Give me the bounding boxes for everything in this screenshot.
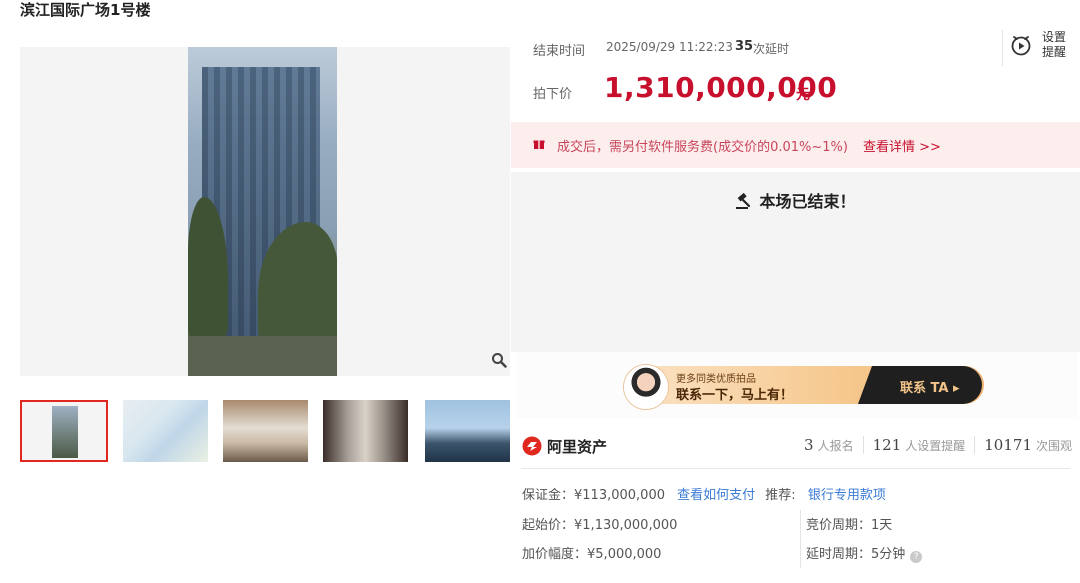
zoom-icon[interactable] (488, 350, 510, 376)
divider (1002, 30, 1003, 66)
bank-funds-link[interactable]: 银行专用款项 (808, 488, 886, 503)
fee-notice: 成交后，需另付软件服务费(成交价的0.01%~1%) 查看详情 >> (511, 122, 1080, 168)
view-details-link[interactable]: 查看详情 >> (863, 136, 941, 155)
notice-text: 成交后，需另付软件服务费(成交价的0.01%~1%) (557, 140, 848, 155)
divider (521, 468, 1070, 469)
delay-cycle-value: 5分钟 (871, 547, 906, 562)
thumbnail-4[interactable] (323, 400, 408, 462)
brand-name: 阿里资产 (547, 438, 608, 456)
set-reminder-button[interactable]: 设置提醒 (1010, 30, 1070, 66)
price-label: 拍下价 (533, 87, 573, 102)
how-to-pay-link[interactable]: 查看如何支付 (677, 488, 755, 503)
banner-subtitle: 更多同类优质拍品 (676, 374, 756, 385)
start-price-value: ¥1,130,000,000 (574, 518, 678, 533)
building-image (188, 47, 337, 376)
increment-row: 加价幅度：¥5,000,000 (522, 547, 662, 562)
deposit-value: ¥113,000,000 (574, 488, 665, 503)
start-price-row: 起始价：¥1,130,000,000 (522, 518, 678, 533)
gift-icon (533, 140, 545, 149)
bid-cycle-value: 1天 (871, 518, 893, 533)
contact-ta-button[interactable]: 联系 TA ▸ (900, 377, 960, 396)
thumbnail-5[interactable] (425, 400, 510, 462)
increment-value: ¥5,000,000 (587, 547, 662, 562)
stat-registered: 3 人报名 (804, 436, 854, 454)
status-line: 本场已结束！ (511, 188, 1080, 212)
thumbnail-1[interactable] (20, 400, 108, 462)
hammer-icon (736, 192, 751, 209)
help-icon[interactable]: ? (910, 551, 923, 563)
price-unit: 元 (796, 87, 810, 103)
avatar (624, 365, 668, 409)
thumbnail-strip (20, 400, 510, 462)
bid-cycle-row: 竞价周期：1天 (806, 518, 893, 533)
reminder-label: 设置提醒 (1042, 30, 1067, 59)
thumbnail-2[interactable] (123, 400, 208, 462)
delay-count: 35 (735, 39, 754, 54)
divider (800, 510, 801, 568)
delay-cycle-row: 延时周期：5分钟? (806, 543, 923, 563)
deposit-row: 保证金：¥113,000,000 查看如何支付 推荐: 银行专用款项 (522, 488, 886, 503)
thumbnail-3[interactable] (223, 400, 308, 462)
auction-status-panel: 本场已结束！ (511, 172, 1080, 352)
stat-views: 10171 次围观 (984, 436, 1072, 454)
main-photo[interactable] (20, 47, 510, 376)
banner-title: 联系一下，马上有！ (676, 388, 794, 403)
clock-icon (1011, 36, 1031, 56)
auction-stats: 3 人报名 121 人设置提醒 10171 次围观 (760, 436, 1072, 458)
alibaba-asset-logo (522, 436, 542, 456)
status-text: 本场已结束！ (759, 192, 856, 211)
end-time-label: 结束时间 (533, 44, 586, 59)
stat-reminders: 121 人设置提醒 (872, 436, 966, 454)
end-time-value: 2025/09/29 11:22:23 (606, 40, 733, 54)
page-title: 滨江国际广场1号楼 (20, 1, 151, 19)
delay-text: 次延时 (753, 42, 790, 56)
contact-banner[interactable]: 更多同类优质拍品 联系一下，马上有！ 联系 TA ▸ (516, 352, 1077, 418)
